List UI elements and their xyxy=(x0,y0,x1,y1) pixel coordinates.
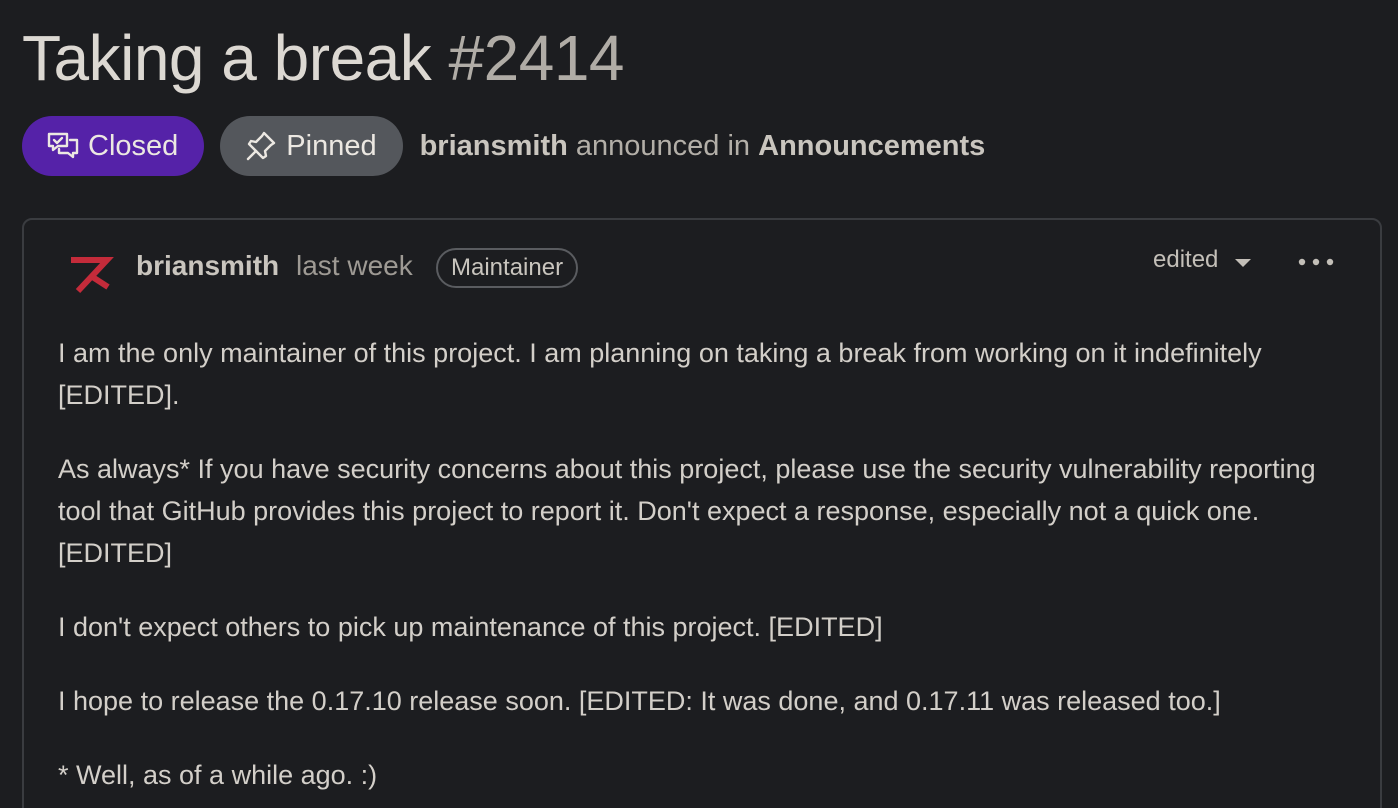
discussion-author-link[interactable]: briansmith xyxy=(420,130,568,162)
announced-text: announced in xyxy=(575,129,751,162)
discussion-page: Taking a break #2414 Closed Pinned brian… xyxy=(0,0,1398,808)
discussion-title: Taking a break #2414 xyxy=(22,18,625,98)
title-text: Taking a break xyxy=(22,22,432,94)
post-paragraph: As always* If you have security concerns… xyxy=(58,454,1316,568)
pin-icon xyxy=(244,129,278,163)
post-timestamp[interactable]: last week xyxy=(296,248,413,284)
discussion-meta: Closed Pinned briansmith announced in An… xyxy=(22,116,985,176)
discussion-post: briansmith last week Maintainer edited I… xyxy=(22,218,1382,808)
kebab-horizontal-icon xyxy=(1298,258,1334,266)
post-body: I am the only maintainer of this project… xyxy=(58,332,1338,808)
post-author-link[interactable]: briansmith xyxy=(136,248,279,284)
maintainer-badge: Maintainer xyxy=(436,248,579,288)
status-badge: Closed xyxy=(22,116,205,176)
pinned-badge: Pinned xyxy=(220,116,403,176)
post-paragraph: * Well, as of a while ago. :) xyxy=(58,760,378,790)
announcement-byline: briansmith announced in Announcements xyxy=(420,130,986,163)
post-paragraph: I hope to release the 0.17.10 release so… xyxy=(58,686,1221,716)
post-paragraph: I am the only maintainer of this project… xyxy=(58,338,1262,410)
pinned-label: Pinned xyxy=(286,129,377,162)
status-label: Closed xyxy=(88,129,179,162)
post-paragraph: I don't expect others to pick up mainten… xyxy=(58,612,883,642)
discussion-closed-icon xyxy=(46,129,80,163)
edited-dropdown[interactable]: edited xyxy=(1153,244,1252,276)
category-link[interactable]: Announcements xyxy=(758,130,985,162)
post-header: briansmith last week Maintainer edited xyxy=(24,220,1380,316)
triangle-down-icon xyxy=(1235,259,1252,267)
user-avatar[interactable] xyxy=(64,246,116,298)
edited-label: edited xyxy=(1153,246,1219,273)
more-options-button[interactable] xyxy=(1296,250,1336,274)
discussion-number: #2414 xyxy=(448,22,625,94)
